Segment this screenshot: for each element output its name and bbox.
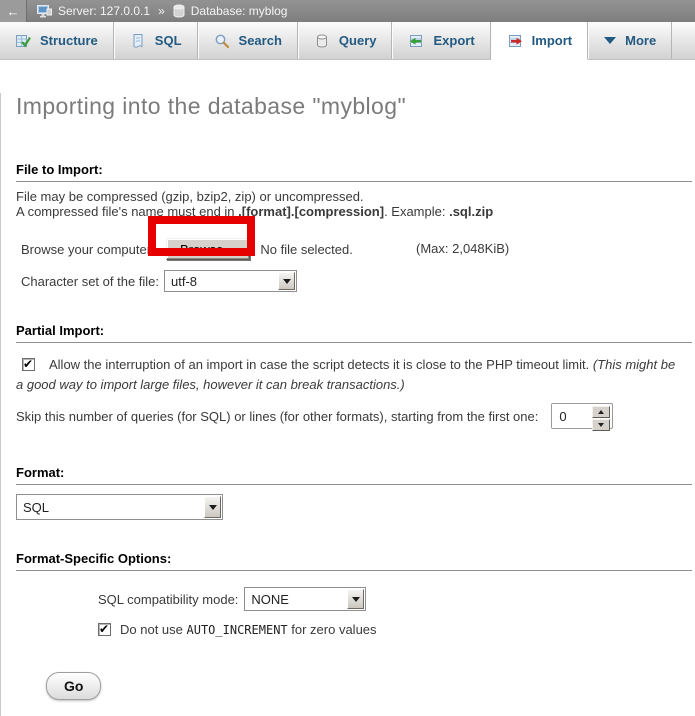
tab-bar: Structure SQL Search Query [0,22,695,60]
database-icon [173,4,185,18]
allow-interrupt-label: Allow the interruption of an import in c… [49,357,593,372]
zero-values-label: Do not use AUTO_INCREMENT for zero value… [120,622,377,637]
export-icon [408,33,424,49]
query-icon [314,33,330,49]
no-file-selected-text: No file selected. [260,242,353,257]
tab-label: More [625,33,656,48]
spinner-up-icon[interactable] [592,406,610,418]
structure-icon [15,33,31,49]
sql-compat-label: SQL compatibility mode: [98,592,238,607]
search-icon [214,33,230,49]
skip-queries-input[interactable] [552,404,592,428]
tab-more[interactable]: More [588,22,672,59]
breadcrumb: Server: 127.0.0.1 » Database: myblog [27,4,287,18]
browse-row: Browse your computer: Browse… No file se… [16,237,695,261]
skip-queries-row: Skip this number of queries (for SQL) or… [16,403,695,429]
zero-values-suffix: for zero values [288,622,377,637]
file-info-format-pattern: .[format].[compression] [238,204,384,219]
sql-compat-select[interactable]: NONE [244,587,366,611]
section-heading-format: Format: [16,465,692,485]
spinner-down-icon[interactable] [592,419,610,431]
tab-structure[interactable]: Structure [0,22,114,59]
zero-values-checkbox[interactable] [98,623,111,636]
file-info-line2-prefix: A compressed file's name must end in [16,204,238,219]
spinner [592,406,610,426]
skip-queries-stepper [551,403,613,429]
tabbar-filler [672,22,695,59]
main-content: Importing into the database "myblog" Fil… [0,93,695,716]
tab-label: Search [239,33,282,48]
breadcrumb-bar: ← Server: 127.0.0.1 » Database: myblog [0,0,695,22]
charset-row: Character set of the file: utf-8 [16,269,695,293]
sql-compat-row: SQL compatibility mode: NONE [98,587,695,611]
select-arrow-icon[interactable] [278,272,295,290]
browse-label: Browse your computer: [21,242,166,257]
tab-search[interactable]: Search [198,22,298,59]
file-info-line2-mid: . Example: [384,204,449,219]
allow-interrupt-row: Allow the interruption of an import in c… [16,355,695,395]
back-button[interactable]: ← [0,0,27,22]
sql-icon [130,33,146,49]
allow-interrupt-checkbox[interactable] [22,358,35,371]
select-arrow-icon[interactable] [347,589,364,609]
breadcrumb-separator: » [156,4,167,18]
skip-queries-label: Skip this number of queries (for SQL) or… [16,409,538,424]
zero-values-row: Do not use AUTO_INCREMENT for zero value… [98,621,695,637]
server-icon [37,4,52,18]
format-selected-value: SQL [23,500,49,515]
select-arrow-icon[interactable] [204,496,221,518]
file-info-text: File may be compressed (gzip, bzip2, zip… [16,189,695,219]
tab-label: Query [339,33,377,48]
charset-selected-value: utf-8 [171,274,197,289]
charset-label: Character set of the file: [21,274,164,289]
sql-compat-selected-value: NONE [251,592,289,607]
tab-export[interactable]: Export [392,22,490,59]
tab-sql[interactable]: SQL [114,22,198,59]
section-heading-partial-import: Partial Import: [16,323,692,343]
format-select[interactable]: SQL [16,494,223,520]
chevron-down-icon [604,37,616,50]
max-upload-size: (Max: 2,048KiB) [416,241,509,256]
browse-button[interactable]: Browse… [166,238,250,260]
page-title: Importing into the database "myblog" [16,93,692,120]
breadcrumb-server[interactable]: Server: 127.0.0.1 [58,4,150,18]
charset-select[interactable]: utf-8 [164,270,297,292]
import-icon [507,33,523,49]
tab-label: Structure [40,33,98,48]
zero-values-code: AUTO_INCREMENT [187,623,288,637]
zero-values-prefix: Do not use [120,622,187,637]
file-info-line1: File may be compressed (gzip, bzip2, zip… [16,189,364,204]
section-heading-format-options: Format-Specific Options: [16,551,692,571]
tab-import[interactable]: Import [491,22,588,60]
file-info-example: .sql.zip [449,204,493,219]
format-select-row: SQL [16,494,695,520]
back-arrow-icon: ← [7,4,20,19]
go-button[interactable]: Go [46,672,101,700]
tab-label: Import [532,33,572,48]
tab-label: Export [433,33,474,48]
tab-query[interactable]: Query [298,22,393,59]
breadcrumb-database[interactable]: Database: myblog [191,4,288,18]
section-heading-file-to-import: File to Import: [16,162,692,182]
tab-label: SQL [155,33,182,48]
